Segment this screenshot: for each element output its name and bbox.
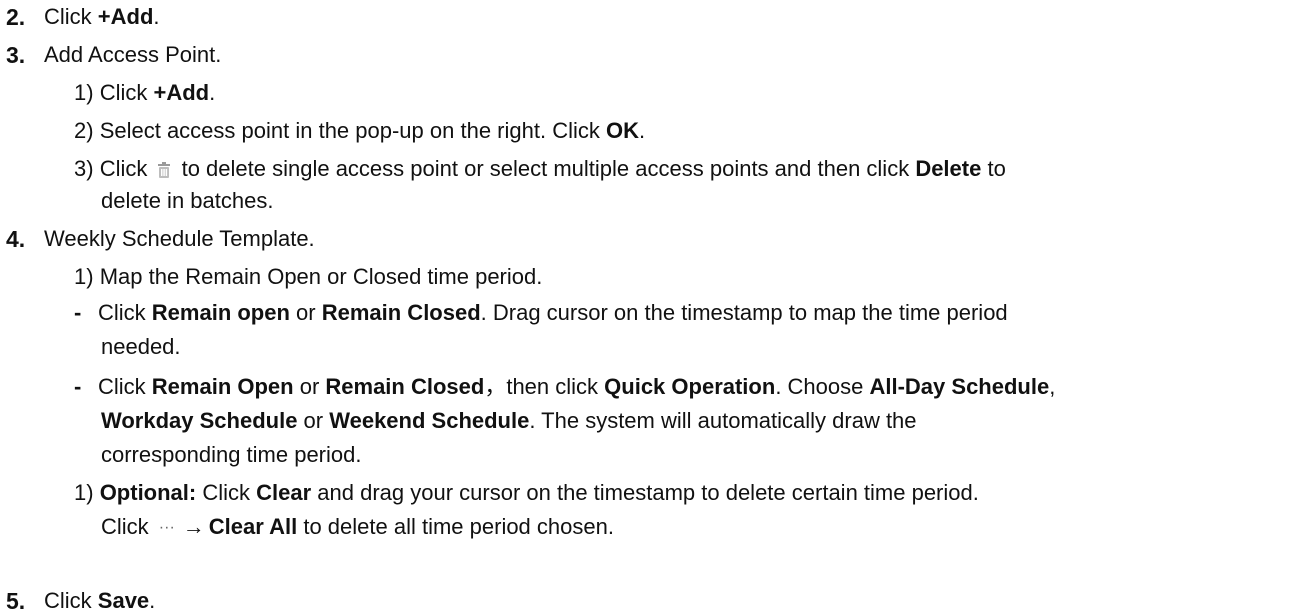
step-text: ，then click: [484, 374, 605, 399]
substep-3-1: 1) Click +Add.: [74, 78, 215, 108]
bullet-continuation: Workday Schedule or Weekend Schedule. Th…: [101, 406, 917, 436]
trash-icon: [157, 156, 171, 178]
remain-closed-label: Remain Closed: [321, 300, 481, 325]
substep-4-1: 1) Map the Remain Open or Closed time pe…: [74, 262, 542, 292]
quick-operation-label: Quick Operation: [604, 374, 776, 399]
save-label: Save: [97, 588, 150, 613]
substep-number: 2): [74, 118, 94, 143]
step-text: Click: [99, 80, 154, 105]
step-text: .: [209, 80, 216, 105]
step-text: to: [981, 156, 1006, 181]
remain-open-label: Remain open: [151, 300, 290, 325]
step-text: Click: [98, 374, 152, 399]
arrow-right-icon: →: [182, 514, 205, 539]
step-text: Click: [44, 588, 98, 613]
step-text: Click: [98, 300, 152, 325]
delete-label: Delete: [915, 156, 982, 181]
step-text: or: [293, 374, 326, 399]
step-text: to delete single access point or select …: [175, 156, 916, 181]
step-text: . Drag cursor on the timestamp to map th…: [480, 300, 1008, 325]
step-text: .: [153, 4, 160, 29]
step-number: 2.: [6, 4, 26, 30]
step-text: and drag your cursor on the timestamp to…: [311, 480, 979, 505]
substep-number: 1): [74, 264, 94, 289]
step-text: ,: [1049, 374, 1056, 399]
step-text: or: [297, 408, 330, 433]
step-text: Click: [101, 514, 155, 539]
bullet-continuation: corresponding time period.: [101, 442, 362, 467]
add-label: +Add: [153, 80, 210, 105]
step-text: Map the Remain Open or Closed time perio…: [99, 264, 543, 289]
remain-open-label: Remain Open: [151, 374, 294, 399]
bullet-marker: -: [74, 300, 82, 325]
bullet-item: - Click Remain Open or Remain Closed，then…: [74, 372, 1055, 402]
step-text: to delete all time period chosen.: [297, 514, 614, 539]
bullet-marker: -: [74, 374, 82, 399]
step-text: Click: [44, 4, 98, 29]
bullet-continuation: needed.: [101, 334, 181, 359]
workday-schedule-label: Workday Schedule: [101, 408, 298, 433]
substep-number: 1): [74, 480, 94, 505]
more-icon: ···: [158, 519, 175, 536]
step-number: 3.: [6, 42, 26, 68]
substep-optional-continuation: Click ··· → Clear All to delete all time p…: [101, 512, 614, 542]
add-label: +Add: [97, 4, 154, 29]
step-number: 4.: [6, 226, 26, 252]
remain-closed-label: Remain Closed: [325, 374, 485, 399]
bullet-item: - Click Remain open or Remain Closed. Dra…: [74, 298, 1008, 328]
substep-3-3: 3) Click to delete single access point o…: [74, 154, 1006, 184]
weekend-schedule-label: Weekend Schedule: [329, 408, 530, 433]
ok-label: OK: [605, 118, 639, 143]
substep-number: 1): [74, 80, 94, 105]
step-text: . The system will automatically draw the: [529, 408, 917, 433]
all-day-schedule-label: All-Day Schedule: [869, 374, 1050, 399]
clear-label: Clear: [256, 480, 312, 505]
optional-label: Optional:: [99, 480, 197, 505]
step-text: .: [638, 118, 646, 143]
step-text: Weekly Schedule Template.: [44, 226, 315, 251]
step-text: Add Access Point.: [44, 42, 222, 67]
step-text: . Choose: [775, 374, 870, 399]
step-number: 5.: [6, 588, 26, 614]
substep-optional: 1) Optional: Click Clear and drag your c…: [74, 478, 979, 508]
step-text: or: [289, 300, 322, 325]
step-text: Click: [196, 480, 257, 505]
step-text: Click: [99, 156, 154, 181]
substep-3-3-continuation: delete in batches.: [101, 188, 274, 213]
substep-3-2: 2) Select access point in the pop-up on …: [74, 116, 645, 146]
clear-all-label: Clear All: [208, 514, 298, 539]
step-text: Select access point in the pop-up on the…: [99, 118, 606, 143]
step-text: .: [149, 588, 156, 613]
substep-number: 3): [74, 156, 94, 181]
